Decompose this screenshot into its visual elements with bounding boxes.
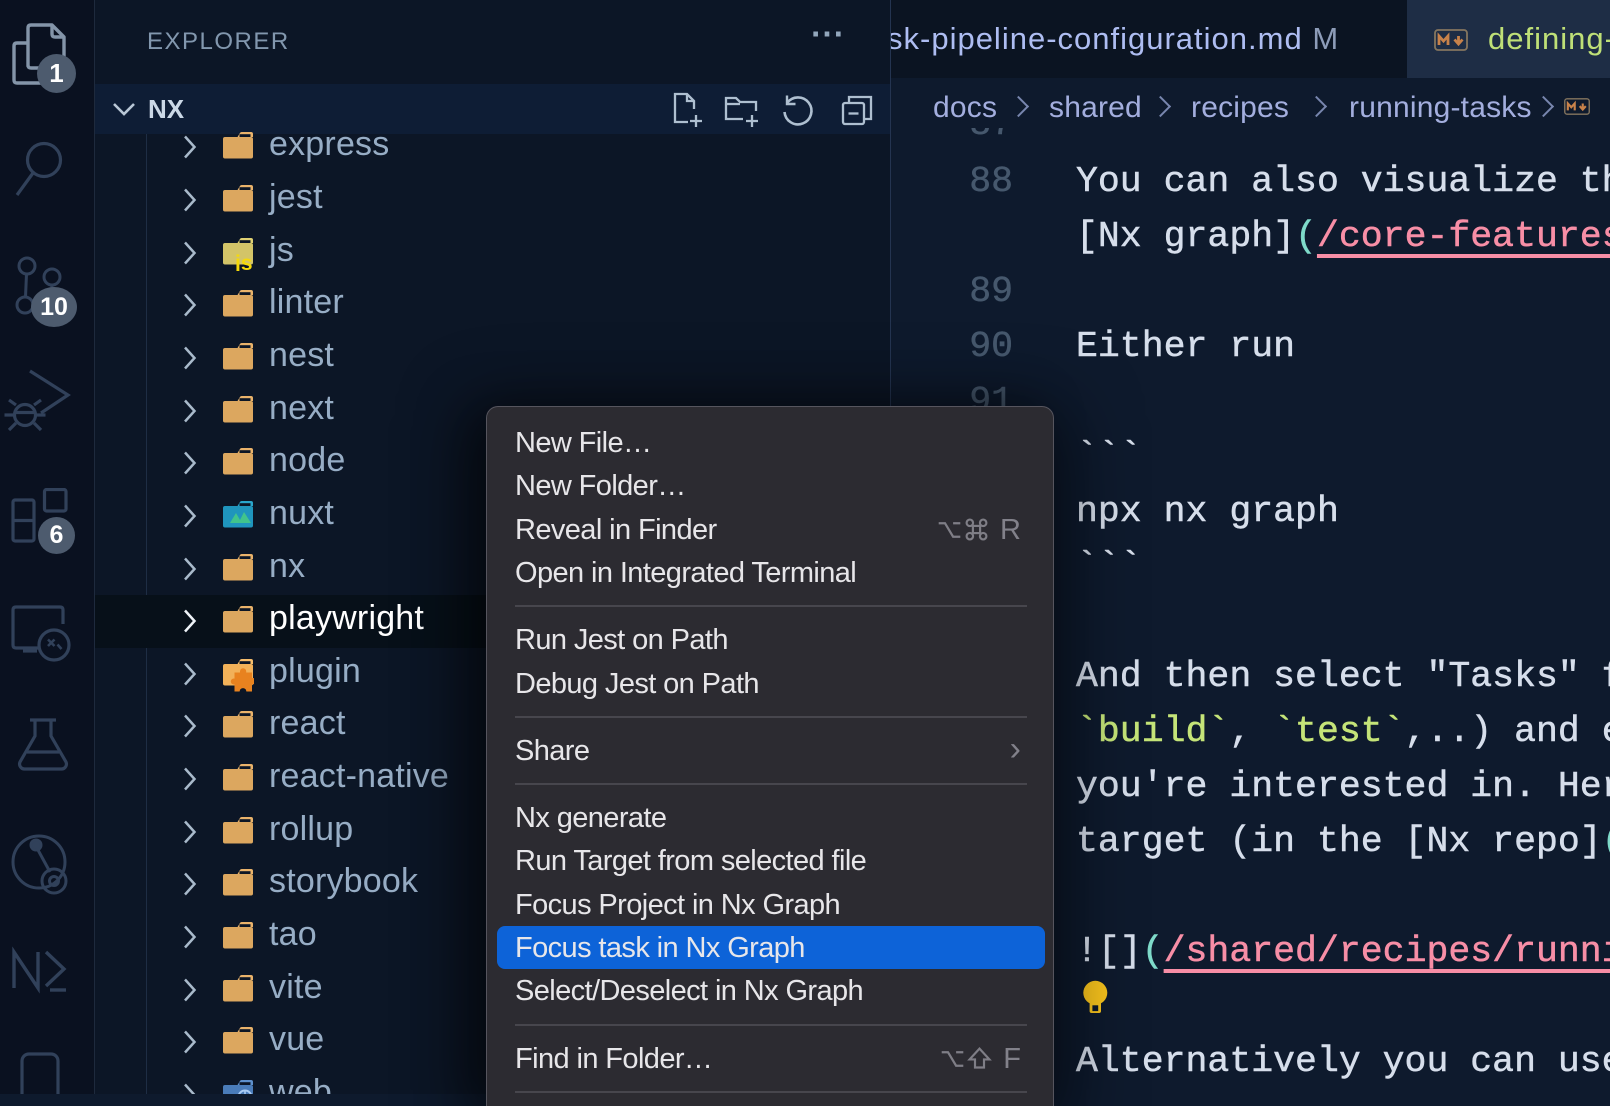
svg-text:js: js (234, 252, 253, 271)
